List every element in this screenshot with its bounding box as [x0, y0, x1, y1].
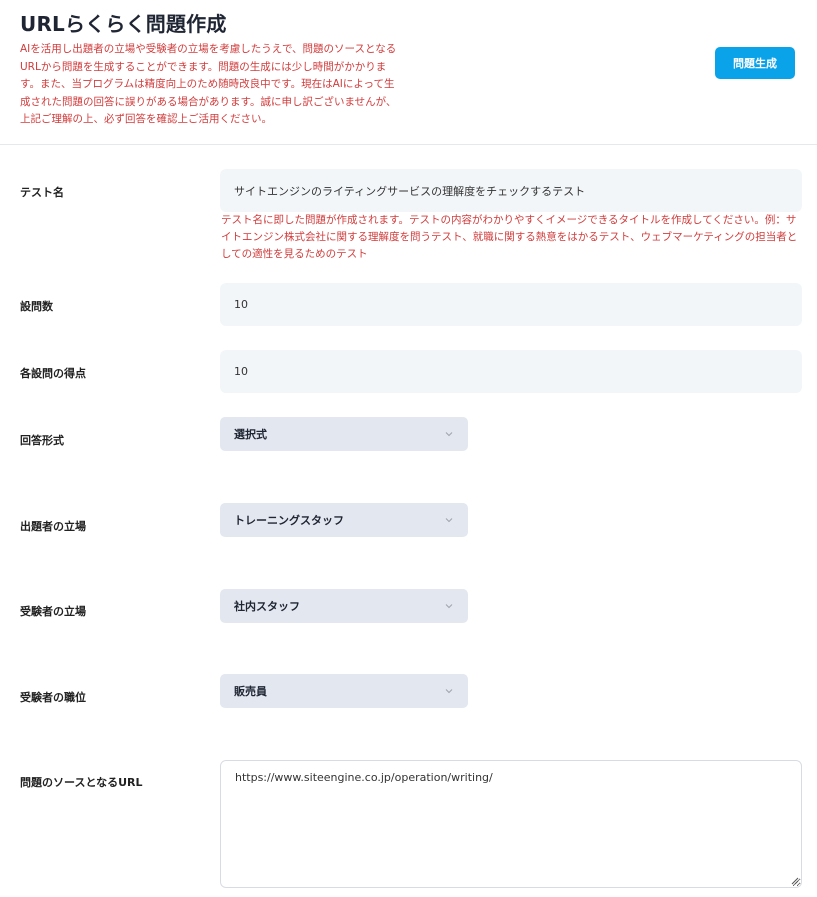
score-per-question-label: 各設問の得点 [20, 367, 86, 380]
resize-grip-icon[interactable] [789, 875, 799, 885]
source-url-label: 問題のソースとなるURL [20, 776, 143, 789]
examinee-position-select[interactable]: 販売員 [220, 674, 468, 708]
chevron-down-icon [445, 432, 453, 437]
test-name-hint: テスト名に即した問題が作成されます。テストの内容がわかりやすくイメージできるタイ… [221, 214, 798, 260]
page-description: AIを活用し出題者の立場や受験者の立場を考慮したうえで、問題のソースとなるURL… [20, 43, 397, 125]
chevron-down-icon [445, 689, 453, 694]
page-title: URLらくらく問題作成 [20, 12, 227, 36]
question-count-input[interactable] [220, 283, 802, 326]
answer-format-label: 回答形式 [20, 434, 64, 447]
source-url-textarea[interactable]: https://www.siteengine.co.jp/operation/w… [220, 760, 802, 888]
score-per-question-input[interactable] [220, 350, 802, 393]
chevron-down-icon [445, 518, 453, 523]
examinee-role-select[interactable]: 社内スタッフ [220, 589, 468, 623]
examiner-role-select[interactable]: トレーニングスタッフ [220, 503, 468, 537]
test-name-input[interactable] [220, 169, 802, 212]
examiner-role-value: トレーニングスタッフ [234, 514, 344, 527]
examinee-role-label: 受験者の立場 [20, 605, 86, 618]
answer-format-value: 選択式 [234, 428, 267, 441]
generate-questions-button[interactable]: 問題生成 [715, 47, 795, 79]
examinee-role-value: 社内スタッフ [234, 600, 300, 613]
page-header: URLらくらく問題作成 AIを活用し出題者の立場や受験者の立場を考慮したうえで、… [0, 0, 817, 145]
chevron-down-icon [445, 604, 453, 609]
examinee-position-label: 受験者の職位 [20, 691, 86, 704]
answer-format-select[interactable]: 選択式 [220, 417, 468, 451]
examinee-position-value: 販売員 [234, 685, 267, 698]
examiner-role-label: 出題者の立場 [20, 520, 86, 533]
question-count-label: 設問数 [20, 300, 53, 313]
test-name-label: テスト名 [20, 186, 64, 199]
